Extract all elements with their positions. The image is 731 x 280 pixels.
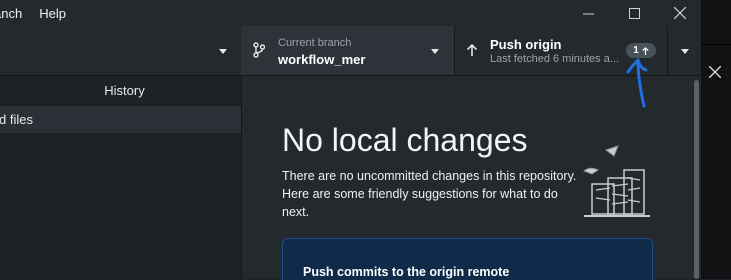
menu-branch[interactable]: anch bbox=[0, 6, 22, 21]
arrow-up-icon bbox=[466, 43, 478, 62]
title-bar: anch Help bbox=[0, 0, 701, 26]
scrollbar[interactable] bbox=[694, 80, 699, 279]
sidebar: History d files bbox=[0, 76, 242, 279]
annotation-arrow bbox=[626, 58, 648, 108]
close-icon[interactable] bbox=[708, 65, 722, 83]
background-window-strip bbox=[701, 0, 731, 279]
card-title: Push commits to the origin remote bbox=[303, 265, 510, 279]
changed-files-label: d files bbox=[0, 112, 33, 127]
empty-changes-illustration bbox=[583, 145, 650, 217]
chevron-down-icon bbox=[431, 49, 439, 54]
tab-history[interactable]: History bbox=[0, 76, 241, 105]
sidebar-tabs: History bbox=[0, 76, 241, 105]
maximize-icon[interactable] bbox=[611, 0, 657, 26]
minimize-icon[interactable] bbox=[565, 0, 611, 26]
changed-files-header[interactable]: d files bbox=[0, 106, 241, 133]
push-origin-title: Push origin bbox=[490, 37, 562, 52]
toolbar: Current branch workflow_mer Push origin … bbox=[0, 26, 701, 76]
menu-help[interactable]: Help bbox=[39, 6, 66, 21]
push-suggestion-card[interactable]: Push commits to the origin remote bbox=[282, 238, 653, 280]
last-fetched-text: Last fetched 6 minutes a... bbox=[490, 53, 620, 65]
tab-history-label: History bbox=[104, 82, 145, 98]
current-branch-label: Current branch bbox=[278, 37, 352, 49]
current-branch-name: workflow_mer bbox=[278, 52, 366, 67]
chevron-down-icon bbox=[681, 49, 689, 54]
branch-icon bbox=[253, 42, 266, 63]
close-icon[interactable] bbox=[657, 0, 703, 26]
chevron-down-icon bbox=[219, 49, 227, 54]
page-title: No local changes bbox=[282, 122, 528, 158]
current-repository-dropdown[interactable] bbox=[0, 26, 242, 75]
no-changes-description: There are no uncommitted changes in this… bbox=[282, 169, 577, 219]
current-branch-dropdown[interactable]: Current branch workflow_mer bbox=[241, 26, 455, 75]
push-options-dropdown[interactable] bbox=[667, 26, 702, 75]
